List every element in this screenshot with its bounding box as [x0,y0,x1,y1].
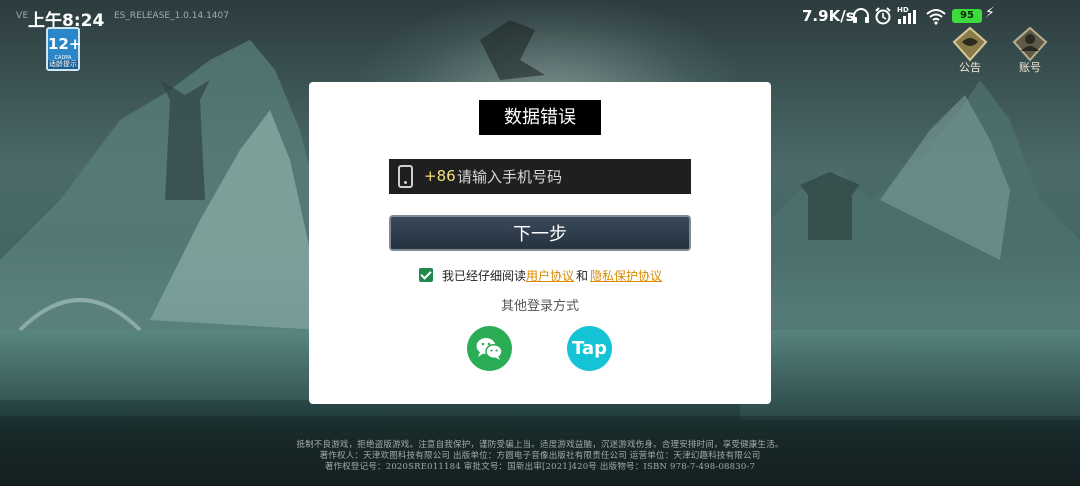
signal-icon [898,10,916,24]
wechat-icon [476,338,503,360]
battery-indicator: 95 [952,9,982,23]
dialog-title: 数据错误 [479,100,601,135]
account-label: 账号 [1019,61,1041,74]
agreement-prefix: 我已经仔细阅读 [442,269,527,283]
age-rating-tip: 适龄提示 [48,60,78,69]
agreement-text: 我已经仔细阅读用户协议和隐私保护协议 [442,267,662,284]
phone-field[interactable]: +86 [389,159,691,194]
notice-button[interactable]: 公告 [948,26,992,76]
version-suffix: ES_RELEASE_1.0.14.1407 [114,11,229,21]
other-login-title: 其他登录方式 [500,299,579,314]
taptap-login-button[interactable]: Tap [567,326,612,371]
privacy-agreement-link[interactable]: 隐私保护协议 [590,269,662,283]
age-rating-number: 12+ [48,35,82,53]
phone-icon [398,165,413,188]
wifi-icon [926,9,946,25]
footer-line-3: 著作权登记号：2020SRE011184 审批文号：国新出审[2021]420号… [324,462,756,472]
charging-icon: ⚡ [985,5,995,21]
next-step-button[interactable]: 下一步 [389,215,691,251]
version-prefix: VE [16,11,29,21]
age-rating-badge[interactable]: 12+ CADPA 适龄提示 [46,27,82,71]
country-code[interactable]: +86 [424,167,456,185]
account-icon [1012,26,1048,62]
login-dialog: 数据错误 +86 下一步 我已经仔细阅读用户协议和隐私保护协议 其他登录方式 T… [309,82,771,404]
agreement-and: 和 [576,269,589,283]
footer-line-1: 抵制不良游戏，拒绝盗版游戏。注意自我保护，谨防受骗上当。适度游戏益脑，沉迷游戏伤… [296,440,784,450]
wechat-login-button[interactable] [467,326,512,371]
net-speed: 7.9K/s [802,7,855,25]
footer-legal: 抵制不良游戏，拒绝盗版游戏。注意自我保护，谨防受骗上当。适度游戏益脑，沉迷游戏伤… [0,440,1080,473]
notice-label: 公告 [959,61,981,74]
headphones-icon [853,8,869,23]
user-agreement-link[interactable]: 用户协议 [526,269,574,283]
status-bar: VE ES_RELEASE_1.0.14.1407 上午8:24 7.9K/s … [0,0,1080,32]
phone-input[interactable] [457,163,682,190]
agreement-checkbox[interactable] [419,268,433,282]
notice-icon [952,26,988,62]
account-button[interactable]: 账号 [1008,26,1052,76]
alarm-icon [875,7,891,25]
taptap-icon: Tap [572,338,607,359]
footer-line-2: 著作权人：天津欢图科技有限公司 出版单位：方圆电子音像出版社有限责任公司 运营单… [319,451,761,461]
